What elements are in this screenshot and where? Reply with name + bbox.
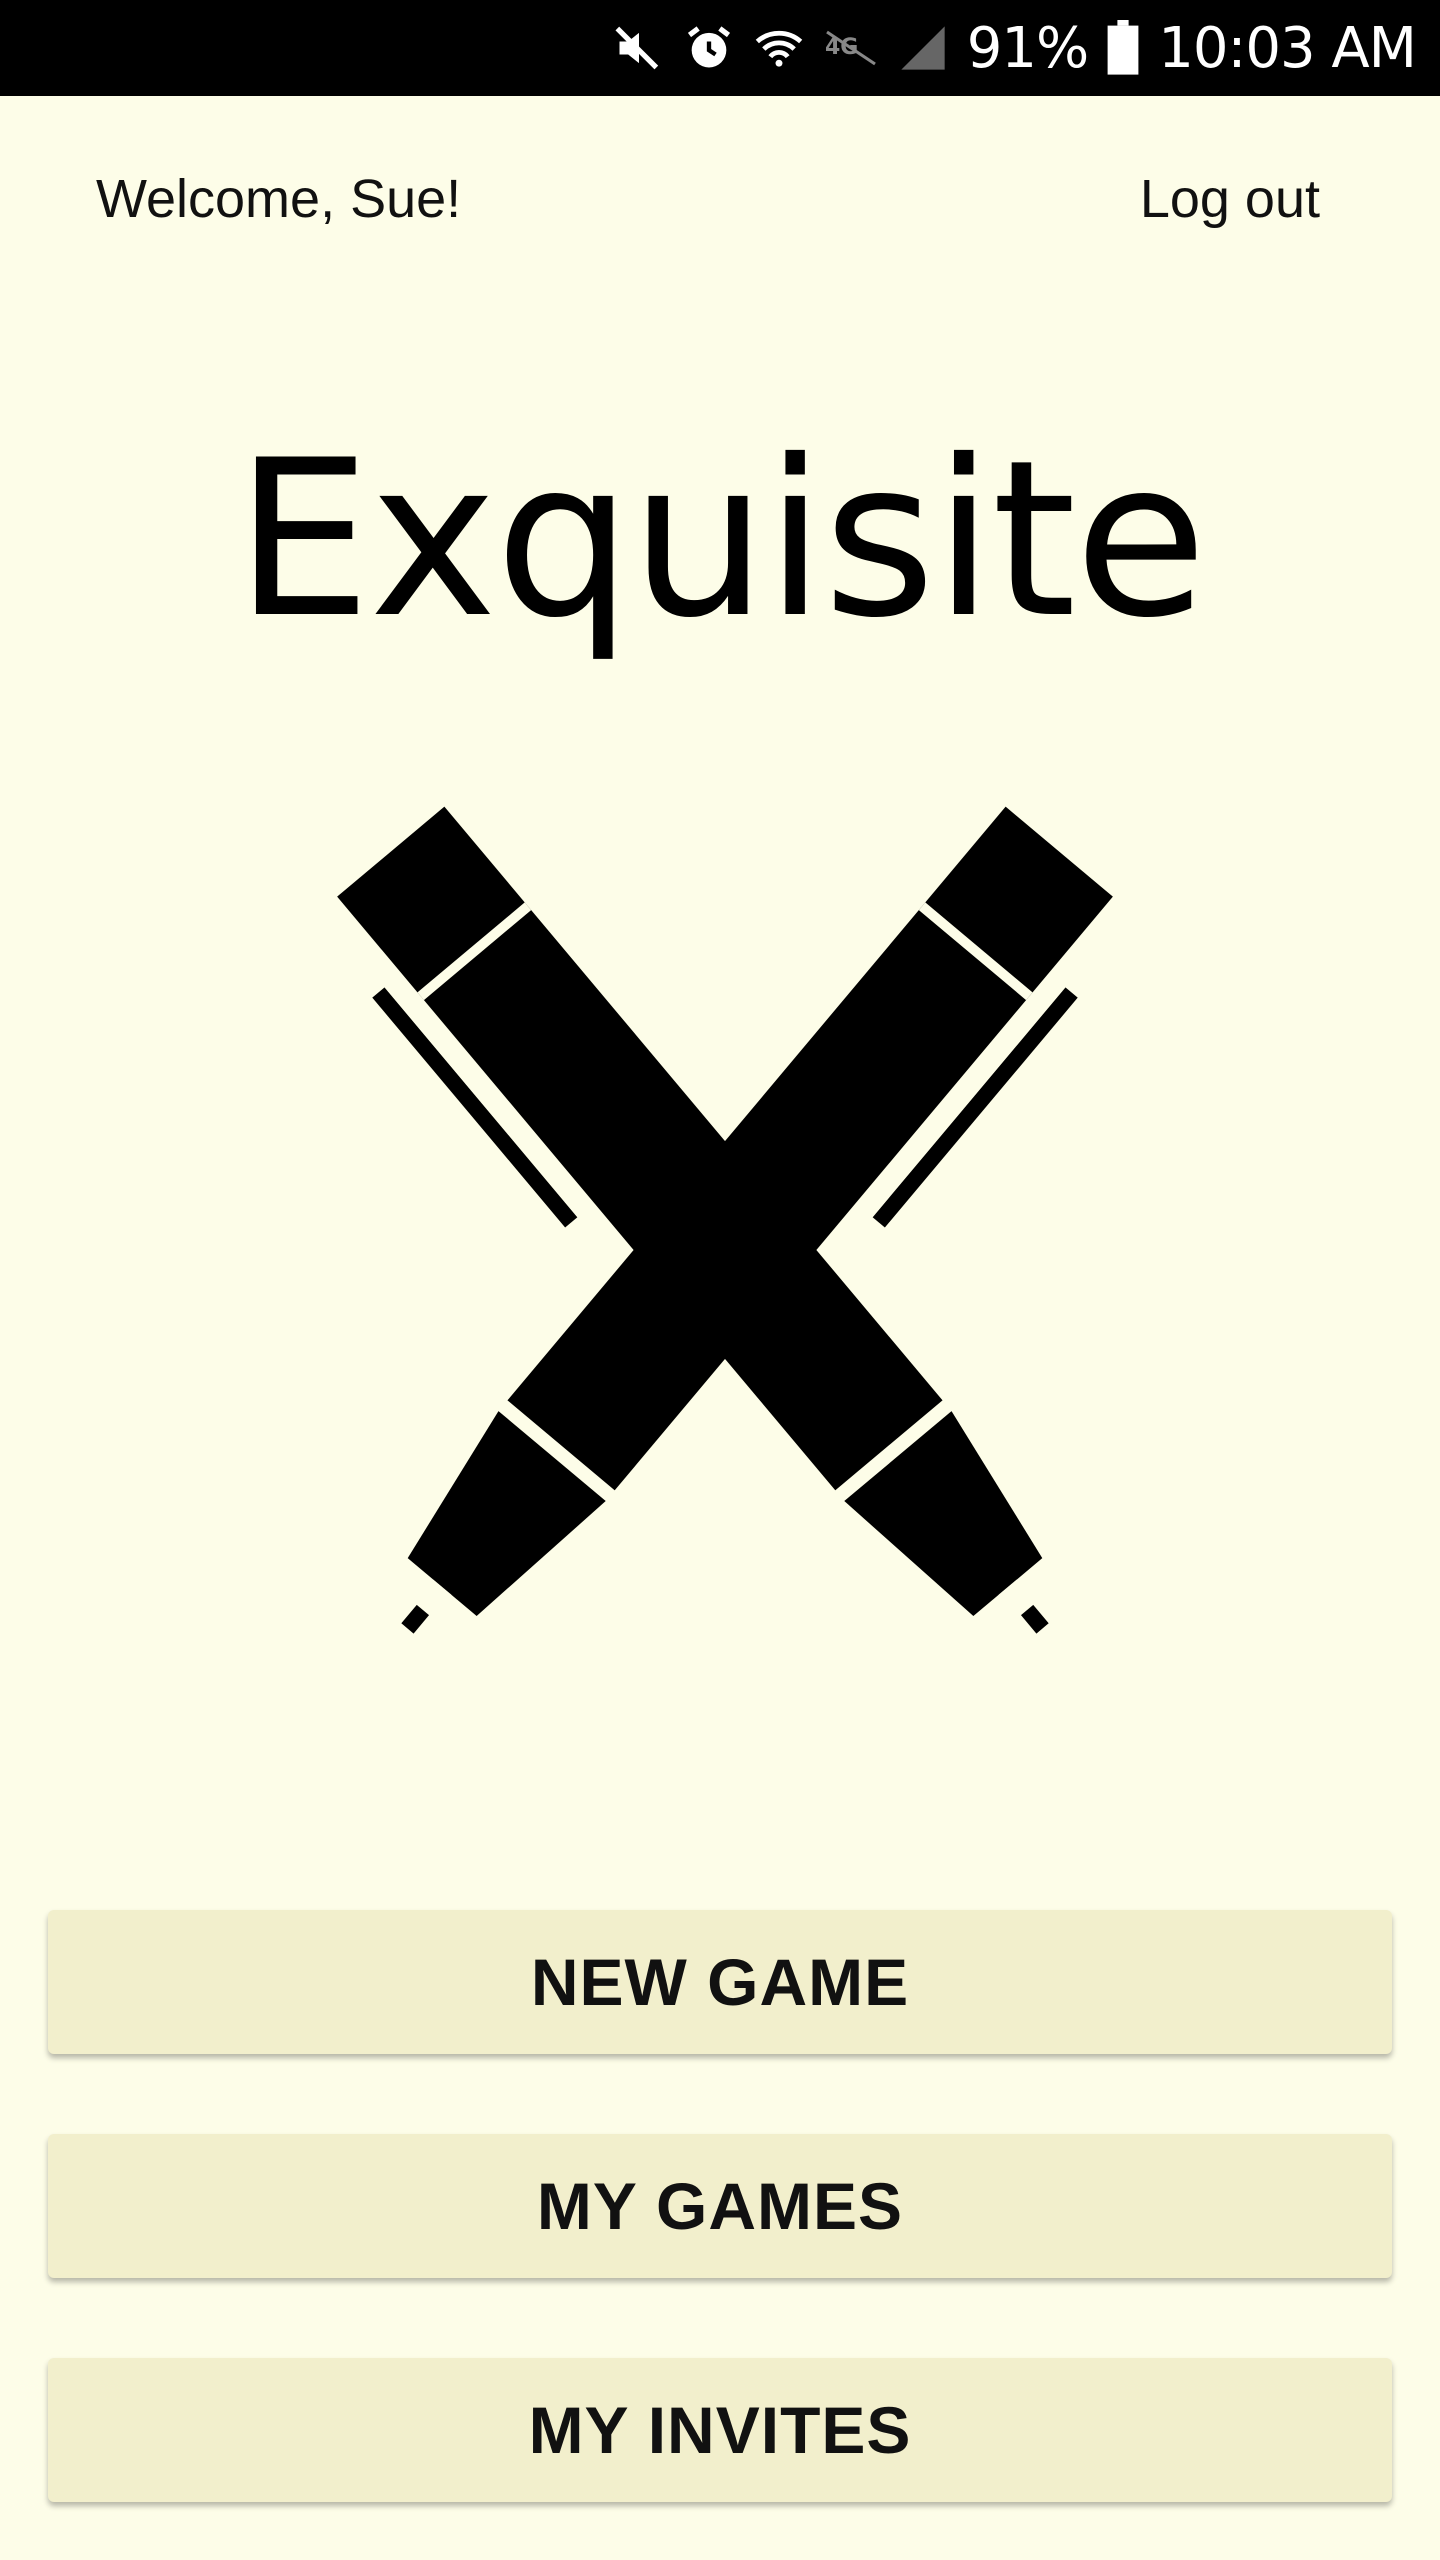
alarm-icon [683, 22, 735, 74]
crossed-pens-icon [290, 780, 1160, 1730]
wifi-icon [753, 22, 805, 74]
status-icons: 4G 91% 10:03 AM [613, 0, 1417, 96]
app-title: Exquisite [234, 414, 1207, 665]
battery-percent: 91% [966, 15, 1089, 81]
my-games-button[interactable]: MY GAMES [48, 2134, 1392, 2278]
mute-icon [613, 22, 665, 74]
top-row: Welcome, Sue! Log out [96, 160, 1344, 240]
my-invites-button[interactable]: MY INVITES [48, 2358, 1392, 2502]
logout-link[interactable]: Log out [1140, 168, 1320, 230]
status-time: 10:03 AM [1158, 15, 1417, 81]
battery-icon [1106, 20, 1140, 76]
new-game-button[interactable]: NEW GAME [48, 1910, 1392, 2054]
svg-text:4G: 4G [825, 35, 858, 60]
status-bar: 4G 91% 10:03 AM [0, 0, 1440, 96]
signal-icon [897, 22, 949, 74]
lte-icon: 4G [823, 22, 879, 74]
welcome-text: Welcome, Sue! [96, 169, 462, 229]
